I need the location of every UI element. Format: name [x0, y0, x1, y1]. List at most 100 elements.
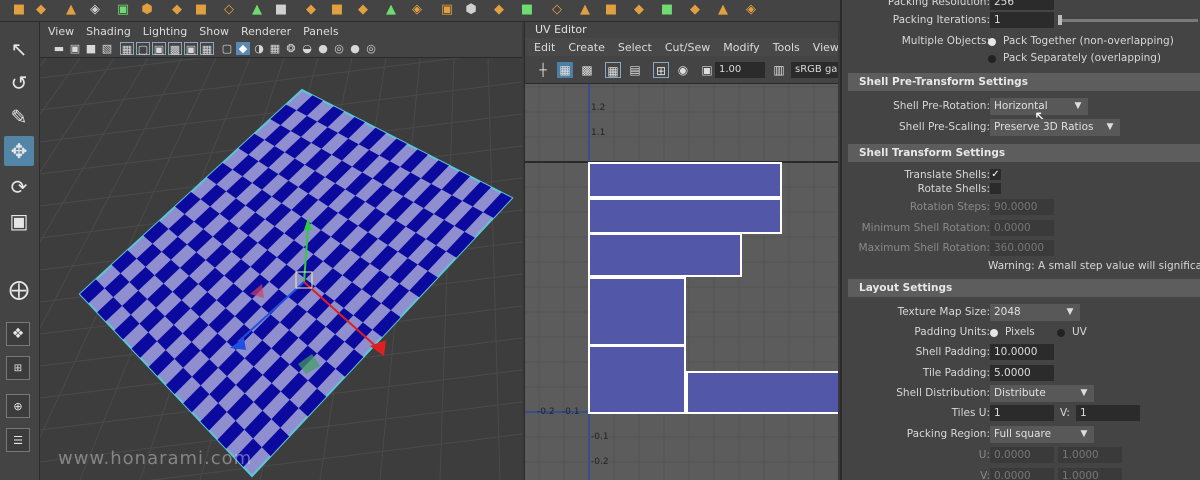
uv-menu-edit[interactable]: Edit	[534, 41, 555, 54]
shelf-icon-f[interactable]: ⬢	[136, 0, 158, 18]
tile-padding-field[interactable]: 5.0000	[990, 365, 1054, 381]
film-gate-icon[interactable]: ▢	[136, 42, 150, 56]
shelf-icon-u[interactable]: ◇	[546, 0, 568, 18]
shelf-icon-j[interactable]: ▲	[246, 0, 268, 18]
shelf-icon-c[interactable]: ▲	[60, 0, 82, 18]
lights-icon[interactable]: ❂	[284, 42, 298, 55]
uv-colorspace-field[interactable]: sRGB ga	[791, 62, 838, 78]
shelf-icon-m[interactable]: ■	[326, 0, 348, 18]
resolution-gate-icon[interactable]: ▣	[152, 42, 166, 56]
shelf-icon-h[interactable]: ■	[190, 0, 212, 18]
shelf-icon-aa[interactable]: ▲	[712, 0, 734, 18]
uv-checker-icon[interactable]: ▦	[605, 62, 621, 78]
shelf-icon-l[interactable]: ◆	[300, 0, 322, 18]
shelf-icon-d[interactable]: ◈	[84, 0, 106, 18]
uv-shaded-icon[interactable]: ▦	[557, 62, 573, 78]
uv-menu-view[interactable]: View	[813, 41, 838, 54]
camera-attr-icon[interactable]: ▣	[68, 42, 82, 55]
pack-separately-radio[interactable]	[988, 55, 996, 63]
pack-together-radio[interactable]	[988, 38, 996, 46]
viewport-menu-lighting[interactable]: Lighting	[143, 25, 187, 38]
texture-map-size-dropdown[interactable]: 2048 ▼	[990, 304, 1080, 321]
tiles-v-field[interactable]: 1	[1076, 405, 1140, 421]
lasso-tool-icon[interactable]: ↺	[4, 68, 34, 98]
move-tool-icon[interactable]: ✥	[4, 136, 34, 166]
shell-distribution-dropdown[interactable]: Distribute ▼	[990, 385, 1094, 402]
shell-transform-header[interactable]: Shell Transform Settings	[848, 144, 1200, 162]
shell-pre-scaling-dropdown[interactable]: Preserve 3D Ratios ▼	[990, 119, 1120, 136]
layout-settings-header[interactable]: Layout Settings	[848, 279, 1200, 297]
paint-tool-icon[interactable]: ✎	[4, 102, 34, 132]
uv-menu-modify[interactable]: Modify	[723, 41, 759, 54]
textured-icon[interactable]: ▦	[268, 42, 282, 55]
scale-tool-icon[interactable]: ▣	[4, 206, 34, 236]
packing-region-dropdown[interactable]: Full square ▼	[990, 426, 1094, 443]
field-chart-icon[interactable]: ▣	[184, 42, 198, 56]
viewport-menu-renderer[interactable]: Renderer	[241, 25, 291, 38]
uv-exposure-field[interactable]: 1.00	[715, 62, 765, 78]
packing-resolution-field[interactable]: 256	[990, 0, 1054, 10]
shell-pre-transform-header[interactable]: Shell Pre-Transform Settings	[848, 73, 1200, 91]
shelf-icon-v[interactable]: ▲	[574, 0, 596, 18]
shelf-icon-g[interactable]: ◆	[166, 0, 188, 18]
max-shell-rotation-field[interactable]: 360.0000	[990, 240, 1054, 256]
shelf-icon-x[interactable]: ◆	[628, 0, 650, 18]
motion-blur-icon[interactable]: ◎	[332, 42, 346, 55]
packing-iterations-slider-thumb[interactable]	[1058, 15, 1062, 25]
image-plane-icon[interactable]: ▧	[100, 42, 114, 55]
uv-menu-create[interactable]: Create	[568, 41, 605, 54]
rotate-shells-checkbox[interactable]	[990, 183, 1001, 194]
uv-canvas[interactable]: 1.2 1.1 -0.2 -0.1 -0.1 -0.2	[525, 84, 838, 480]
outliner-icon[interactable]: ☰	[6, 428, 30, 452]
uv-isolate-icon[interactable]: ◉	[675, 62, 691, 78]
layout-single-icon[interactable]: ❖	[6, 322, 30, 346]
shelf-icon-s[interactable]: ◆	[488, 0, 510, 18]
uv-grid-toggle-icon[interactable]: ┼	[535, 62, 551, 78]
uv-texture-icon[interactable]: ▤	[627, 62, 643, 78]
layout-two-icon[interactable]: ⊕	[6, 394, 30, 418]
uv-menu-cut-sew[interactable]: Cut/Sew	[665, 41, 710, 54]
viewport-menu-show[interactable]: Show	[199, 25, 229, 38]
packing-iterations-field[interactable]: 1	[990, 12, 1054, 28]
snap-tool-icon[interactable]: ⨁	[4, 274, 34, 304]
wireframe-icon[interactable]: ▢	[220, 42, 234, 55]
gate-mask-icon[interactable]: ▩	[168, 42, 182, 56]
viewport-canvas[interactable]	[40, 58, 522, 480]
shelf-icon-p[interactable]: ◈	[406, 0, 428, 18]
shelf-icon-a[interactable]: ■	[8, 0, 30, 18]
shelf-icon-n[interactable]: ◆	[352, 0, 374, 18]
safe-action-icon[interactable]: ▦	[200, 42, 214, 56]
uv-menu-select[interactable]: Select	[618, 41, 652, 54]
uv-gamma-icon[interactable]: ▥	[771, 62, 787, 78]
shell-padding-field[interactable]: 10.0000	[990, 344, 1054, 360]
shelf-icon-w[interactable]: ■	[600, 0, 622, 18]
shelf-icon-q[interactable]: ▣	[436, 0, 458, 18]
viewport-menu-panels[interactable]: Panels	[303, 25, 338, 38]
rotation-steps-field[interactable]: 90.0000	[990, 199, 1054, 215]
shadows-icon[interactable]: ◒	[300, 42, 314, 55]
shelf-icon-ab[interactable]: ◈	[740, 0, 762, 18]
uv-pixel-snap-icon[interactable]: ⊞	[653, 62, 669, 78]
padding-pixels-radio[interactable]	[990, 329, 998, 337]
uv-menu-tools[interactable]: Tools	[773, 41, 800, 54]
ambient-occlusion-icon[interactable]: ●	[316, 42, 330, 55]
uv-distortion-icon[interactable]: ▩	[579, 62, 595, 78]
viewport-menu-view[interactable]: View	[48, 25, 74, 38]
shelf-icon-r[interactable]: ⬢	[460, 0, 482, 18]
rotate-tool-icon[interactable]: ⟳	[4, 172, 34, 202]
region-v-max-field[interactable]: 1.0000	[1058, 468, 1122, 480]
shelf-icon-t[interactable]: ■	[516, 0, 538, 18]
region-v-min-field[interactable]: 0.0000	[990, 468, 1054, 480]
select-tool-icon[interactable]: ↖	[4, 34, 34, 64]
shelf-icon-o[interactable]: ▲	[380, 0, 402, 18]
shelf-icon-y[interactable]: ■	[656, 0, 678, 18]
bookmark-icon[interactable]: ■	[84, 42, 98, 55]
min-shell-rotation-field[interactable]: 0.0000	[990, 220, 1054, 236]
shelf-icon-k[interactable]: ■	[270, 0, 292, 18]
anti-alias-icon[interactable]: ●	[348, 42, 362, 55]
shelf-icon-i[interactable]: ◇	[218, 0, 240, 18]
padding-uv-radio[interactable]	[1057, 329, 1065, 337]
shelf-icon-b[interactable]: ◆	[30, 0, 52, 18]
smooth-shade-icon[interactable]: ◆	[236, 42, 250, 55]
shelf-icon-z[interactable]: ◆	[684, 0, 706, 18]
